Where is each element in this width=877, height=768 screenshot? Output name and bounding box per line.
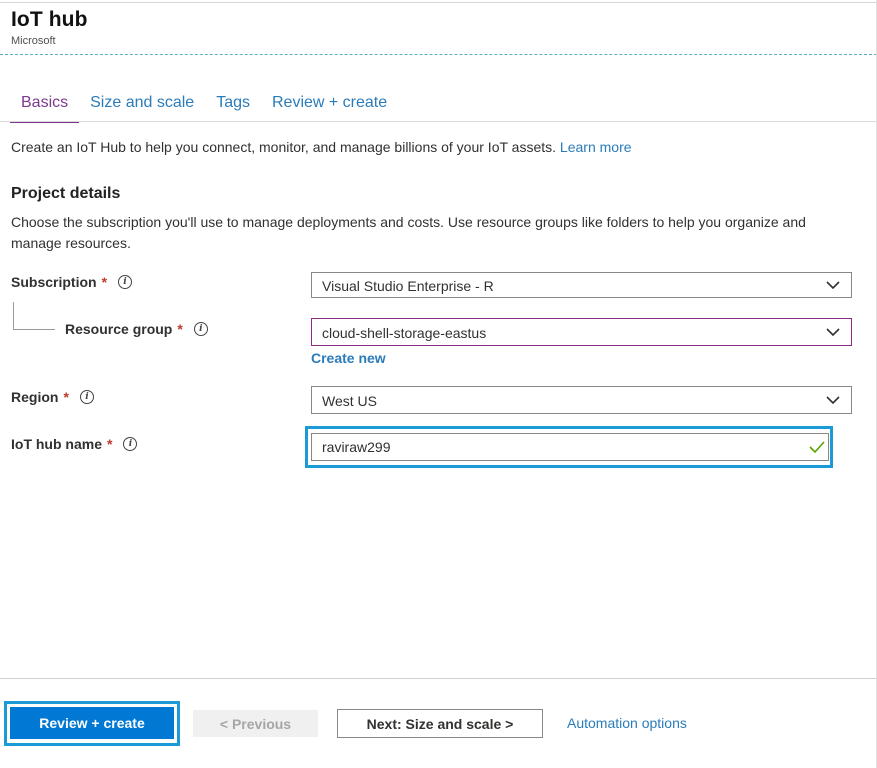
resource-group-label-text: Resource group bbox=[65, 321, 173, 337]
required-marker: * bbox=[63, 389, 69, 405]
create-new-link[interactable]: Create new bbox=[311, 350, 386, 366]
info-icon[interactable]: i bbox=[193, 322, 208, 336]
next-size-scale-button[interactable]: Next: Size and scale > bbox=[337, 709, 543, 738]
page-title: IoT hub bbox=[11, 8, 88, 31]
subscription-label: Subscription * i bbox=[11, 274, 133, 290]
hub-name-label: IoT hub name * i bbox=[11, 436, 138, 452]
project-details-description: Choose the subscription you'll use to ma… bbox=[11, 214, 806, 251]
tabs-divider bbox=[0, 121, 877, 122]
required-marker: * bbox=[177, 321, 183, 337]
required-marker: * bbox=[101, 274, 108, 290]
footer-divider bbox=[0, 678, 877, 679]
info-icon[interactable]: i bbox=[79, 390, 94, 404]
info-icon[interactable]: i bbox=[123, 437, 138, 451]
region-label: Region * i bbox=[11, 389, 94, 405]
subscription-label-text: Subscription bbox=[11, 274, 97, 290]
subscription-value: Visual Studio Enterprise - R bbox=[322, 278, 494, 294]
top-border bbox=[0, 2, 877, 3]
header-divider bbox=[0, 54, 877, 55]
tab-review-create[interactable]: Review + create bbox=[261, 92, 398, 122]
region-dropdown[interactable]: West US bbox=[311, 386, 852, 414]
tab-basics[interactable]: Basics bbox=[10, 92, 80, 123]
page-subtitle: Microsoft bbox=[11, 35, 56, 47]
resource-group-value: cloud-shell-storage-eastus bbox=[322, 325, 487, 341]
checkmark-icon bbox=[809, 441, 825, 454]
previous-button[interactable]: < Previous bbox=[193, 710, 318, 737]
region-label-text: Region bbox=[11, 389, 59, 405]
required-marker: * bbox=[107, 436, 113, 452]
chevron-down-icon bbox=[826, 281, 840, 290]
region-value: West US bbox=[322, 393, 377, 409]
project-details-heading: Project details bbox=[11, 185, 121, 202]
subscription-dropdown[interactable]: Visual Studio Enterprise - R bbox=[311, 272, 852, 298]
automation-options-link[interactable]: Automation options bbox=[567, 715, 687, 731]
resource-group-dropdown[interactable]: cloud-shell-storage-eastus bbox=[311, 318, 852, 346]
learn-more-link[interactable]: Learn more bbox=[560, 139, 632, 155]
resource-group-label: Resource group * i bbox=[65, 321, 208, 337]
hub-name-input[interactable] bbox=[311, 433, 829, 461]
review-create-button[interactable]: Review + create bbox=[10, 707, 174, 739]
hub-name-label-text: IoT hub name bbox=[11, 436, 102, 452]
tree-connector bbox=[13, 329, 55, 330]
tree-connector bbox=[13, 302, 14, 329]
intro-text: Create an IoT Hub to help you connect, m… bbox=[11, 139, 632, 155]
info-icon[interactable]: i bbox=[118, 275, 133, 289]
chevron-down-icon bbox=[826, 396, 840, 405]
intro-description: Create an IoT Hub to help you connect, m… bbox=[11, 139, 557, 155]
tab-size-and-scale[interactable]: Size and scale bbox=[79, 92, 205, 122]
tab-bar: Basics Size and scale Tags Review + crea… bbox=[10, 92, 398, 123]
tab-tags[interactable]: Tags bbox=[205, 92, 261, 122]
chevron-down-icon bbox=[826, 328, 840, 337]
